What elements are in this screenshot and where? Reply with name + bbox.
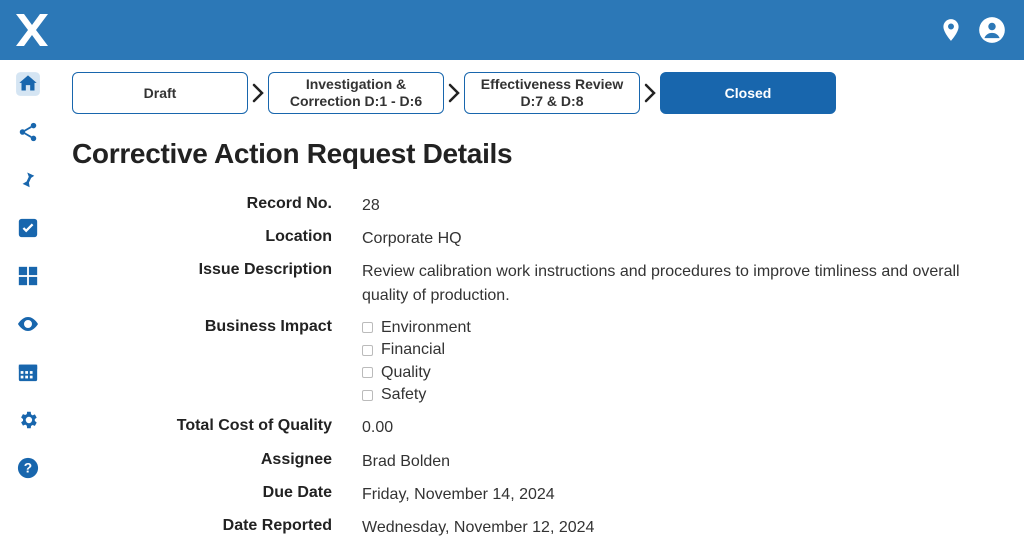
details-grid: Record No. 28 Location Corporate HQ Issu…: [72, 194, 1000, 539]
sidebar: ?: [0, 60, 56, 535]
page-title: Corrective Action Request Details: [72, 138, 1000, 170]
impact-item: Safety: [362, 384, 962, 406]
nav-check-icon[interactable]: [14, 214, 42, 242]
nav-home-icon[interactable]: [14, 70, 42, 98]
workflow-step-draft[interactable]: Draft: [72, 72, 248, 114]
value-location: Corporate HQ: [362, 227, 962, 250]
nav-eye-icon[interactable]: [14, 310, 42, 338]
impact-item: Quality: [362, 362, 962, 384]
value-total-cost: 0.00: [362, 416, 962, 439]
workflow-steps: Draft Investigation & Correction D:1 - D…: [72, 72, 1000, 114]
value-assignee: Brad Bolden: [362, 450, 962, 473]
label-location: Location: [72, 227, 332, 250]
checkbox-icon[interactable]: [362, 390, 373, 401]
logo[interactable]: [12, 10, 52, 50]
label-total-cost: Total Cost of Quality: [72, 416, 332, 439]
impact-item: Environment: [362, 317, 962, 339]
chevron-right-icon: [446, 81, 462, 105]
main-content: Draft Investigation & Correction D:1 - D…: [56, 60, 1024, 535]
checkbox-icon[interactable]: [362, 367, 373, 378]
value-business-impact: Environment Financial Quality Safety: [362, 317, 962, 407]
label-date-reported: Date Reported: [72, 516, 332, 539]
nav-help-icon[interactable]: ?: [14, 454, 42, 482]
nav-settings-icon[interactable]: [14, 406, 42, 434]
workflow-step-effectiveness[interactable]: Effectiveness Review D:7 & D:8: [464, 72, 640, 114]
label-record-no: Record No.: [72, 194, 332, 217]
workflow-step-closed[interactable]: Closed: [660, 72, 836, 114]
value-issue-desc: Review calibration work instructions and…: [362, 260, 962, 306]
impact-item: Financial: [362, 339, 962, 361]
label-business-impact: Business Impact: [72, 317, 332, 407]
label-assignee: Assignee: [72, 450, 332, 473]
chevron-right-icon: [642, 81, 658, 105]
nav-dashboard-icon[interactable]: [14, 262, 42, 290]
value-record-no: 28: [362, 194, 962, 217]
nav-share-icon[interactable]: [14, 118, 42, 146]
user-icon[interactable]: [978, 16, 1006, 44]
workflow-step-investigation[interactable]: Investigation & Correction D:1 - D:6: [268, 72, 444, 114]
nav-pin-icon[interactable]: [14, 166, 42, 194]
value-date-reported: Wednesday, November 12, 2024: [362, 516, 962, 539]
nav-calendar-icon[interactable]: [14, 358, 42, 386]
checkbox-icon[interactable]: [362, 345, 373, 356]
svg-text:?: ?: [24, 461, 32, 476]
label-issue-desc: Issue Description: [72, 260, 332, 306]
topbar: [0, 0, 1024, 60]
label-due-date: Due Date: [72, 483, 332, 506]
checkbox-icon[interactable]: [362, 322, 373, 333]
value-due-date: Friday, November 14, 2024: [362, 483, 962, 506]
location-icon[interactable]: [938, 17, 964, 43]
chevron-right-icon: [250, 81, 266, 105]
